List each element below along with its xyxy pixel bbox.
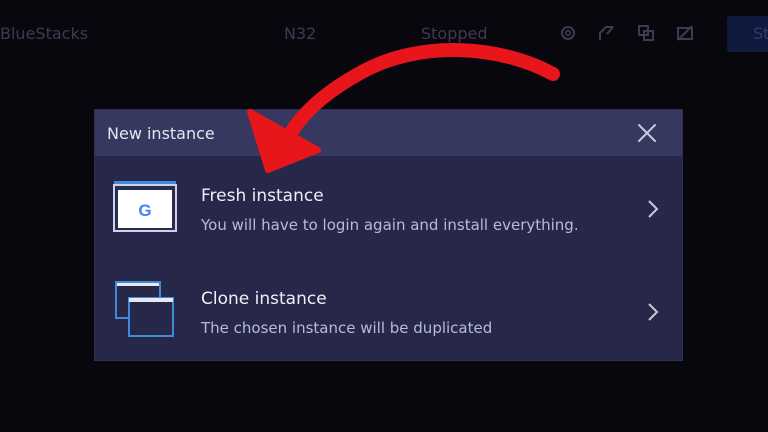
new-instance-dialog: New instance G Fresh instance You will h…: [95, 110, 682, 360]
fresh-instance-title: Fresh instance: [201, 186, 324, 206]
fresh-instance-icon: G: [113, 181, 177, 232]
clone-window-icon[interactable]: [637, 24, 655, 42]
settings-icon[interactable]: [559, 24, 577, 42]
fresh-instance-description: You will have to login again and install…: [201, 216, 579, 234]
chevron-right-icon: [648, 200, 659, 218]
dialog-header: New instance: [95, 110, 682, 156]
eco-mode-icon[interactable]: [676, 24, 694, 42]
clone-instance-option[interactable]: Clone instance The chosen instance will …: [95, 267, 682, 367]
instance-name: N32: [284, 24, 317, 43]
close-icon[interactable]: [636, 122, 658, 144]
chevron-right-icon: [648, 303, 659, 321]
start-button-label: St: [753, 24, 768, 43]
clone-instance-description: The chosen instance will be duplicated: [201, 319, 493, 337]
app-name: BlueStacks: [0, 24, 89, 43]
start-button[interactable]: St: [727, 16, 768, 52]
instance-status: Stopped: [421, 24, 488, 43]
dialog-title: New instance: [107, 124, 215, 143]
svg-text:G: G: [138, 201, 151, 220]
app-topbar: BlueStacks N32 Stopped St: [0, 0, 768, 70]
shortcut-icon[interactable]: [597, 24, 615, 42]
fresh-instance-option[interactable]: G Fresh instance You will have to login …: [95, 164, 682, 264]
clone-instance-icon: [115, 281, 174, 337]
clone-instance-title: Clone instance: [201, 289, 327, 309]
